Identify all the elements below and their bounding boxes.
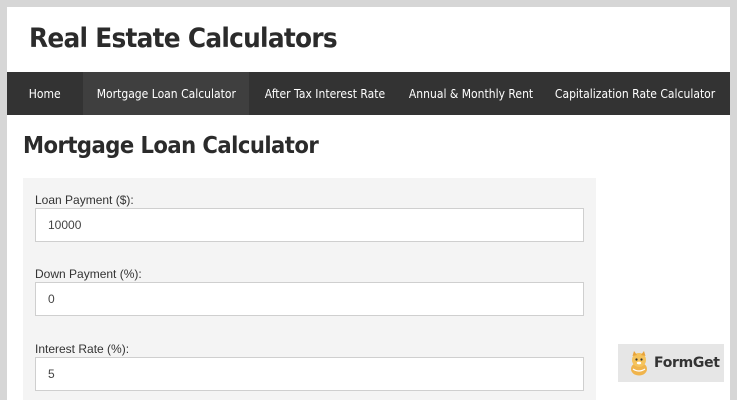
page-heading: Mortgage Loan Calculator: [23, 133, 319, 159]
loan-payment-input[interactable]: [35, 208, 584, 242]
nav-item-capitalization-rate-calculator[interactable]: Capitalization Rate Calculator: [541, 72, 730, 115]
calculator-form: Loan Payment ($): Down Payment (%): Inte…: [23, 178, 596, 400]
main-nav: Home Mortgage Loan Calculator After Tax …: [7, 72, 730, 115]
nav-item-label: After Tax Interest Rate: [264, 86, 386, 101]
nav-item-label: Home: [29, 86, 61, 101]
nav-item-label: Capitalization Rate Calculator: [555, 86, 716, 101]
nav-item-annual-monthly-rent[interactable]: Annual & Monthly Rent: [401, 72, 541, 115]
formget-badge[interactable]: FormGet: [618, 344, 724, 382]
loan-payment-label: Loan Payment ($):: [35, 193, 134, 207]
down-payment-label: Down Payment (%):: [35, 267, 142, 281]
formget-badge-text: FormGet: [654, 355, 720, 371]
nav-item-label: Annual & Monthly Rent: [408, 86, 534, 101]
nav-item-mortgage-loan-calculator[interactable]: Mortgage Loan Calculator: [83, 72, 249, 115]
interest-rate-label: Interest Rate (%):: [35, 342, 130, 356]
page: Real Estate Calculators Home Mortgage Lo…: [7, 7, 730, 400]
interest-rate-input[interactable]: [35, 357, 584, 391]
nav-item-label: Mortgage Loan Calculator: [96, 86, 236, 101]
formget-logo-icon: [631, 351, 647, 376]
down-payment-input[interactable]: [35, 282, 584, 316]
nav-item-home[interactable]: Home: [7, 72, 83, 115]
nav-item-after-tax-interest-rate[interactable]: After Tax Interest Rate: [249, 72, 401, 115]
site-title[interactable]: Real Estate Calculators: [29, 21, 338, 57]
